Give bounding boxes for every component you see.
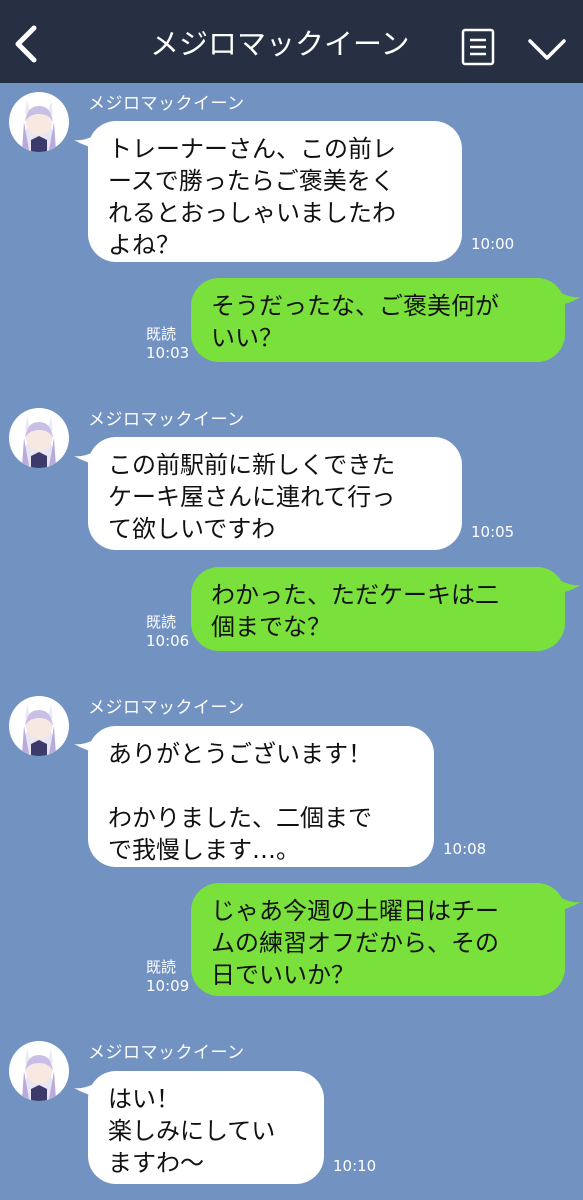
avatar[interactable] <box>9 1041 69 1101</box>
message-bubble[interactable]: そうだったな、ご褒美何が いい？ <box>191 278 565 362</box>
message-bubble[interactable]: わかった、ただケーキは二 個までな？ <box>191 567 565 651</box>
sender-name: メジロマックイーン <box>88 1043 245 1063</box>
note-icon <box>461 28 495 66</box>
read-receipt: 既読 <box>146 613 177 631</box>
menu-button[interactable] <box>527 34 567 64</box>
bubble-tail <box>551 892 581 912</box>
message-time: 10:03 <box>146 344 190 362</box>
chat-header: メジロマックイーン <box>0 0 583 83</box>
sender-name: メジロマックイーン <box>88 94 245 114</box>
message-bubble[interactable]: ありがとうございます！ わかりました、二個まで で我慢します…。 <box>88 726 434 867</box>
avatar[interactable] <box>9 408 69 468</box>
avatar[interactable] <box>9 696 69 756</box>
chat-title: メジロマックイーン <box>150 27 410 61</box>
message-time: 10:09 <box>146 977 190 995</box>
message-time: 10:10 <box>333 1157 377 1175</box>
read-receipt: 既読 <box>146 958 177 976</box>
message-bubble[interactable]: トレーナーさん、この前レ ースで勝ったらご褒美をく れるとおっしゃいましたわ よ… <box>88 121 462 262</box>
message-bubble[interactable]: はい！ 楽しみにしてい ますわ〜 <box>88 1071 324 1184</box>
sender-name: メジロマックイーン <box>88 410 245 430</box>
bubble-tail <box>551 575 581 595</box>
avatar[interactable] <box>9 92 69 152</box>
message-time: 10:06 <box>146 632 190 650</box>
sender-name: メジロマックイーン <box>88 698 245 718</box>
read-receipt: 既読 <box>146 325 177 343</box>
chevron-left-icon <box>15 25 37 63</box>
message-time: 10:05 <box>471 523 515 541</box>
message-bubble[interactable]: じゃあ今週の土曜日はチー ムの練習オフだから、その 日でいいか？ <box>191 883 565 996</box>
note-button[interactable] <box>461 28 495 66</box>
message-bubble[interactable]: この前駅前に新しくできた ケーキ屋さんに連れて行っ て欲しいですわ <box>88 437 462 550</box>
message-time: 10:00 <box>471 235 515 253</box>
message-time: 10:08 <box>443 840 487 858</box>
chevron-down-icon <box>528 39 566 60</box>
back-button[interactable] <box>8 22 48 66</box>
bubble-tail <box>551 287 581 307</box>
